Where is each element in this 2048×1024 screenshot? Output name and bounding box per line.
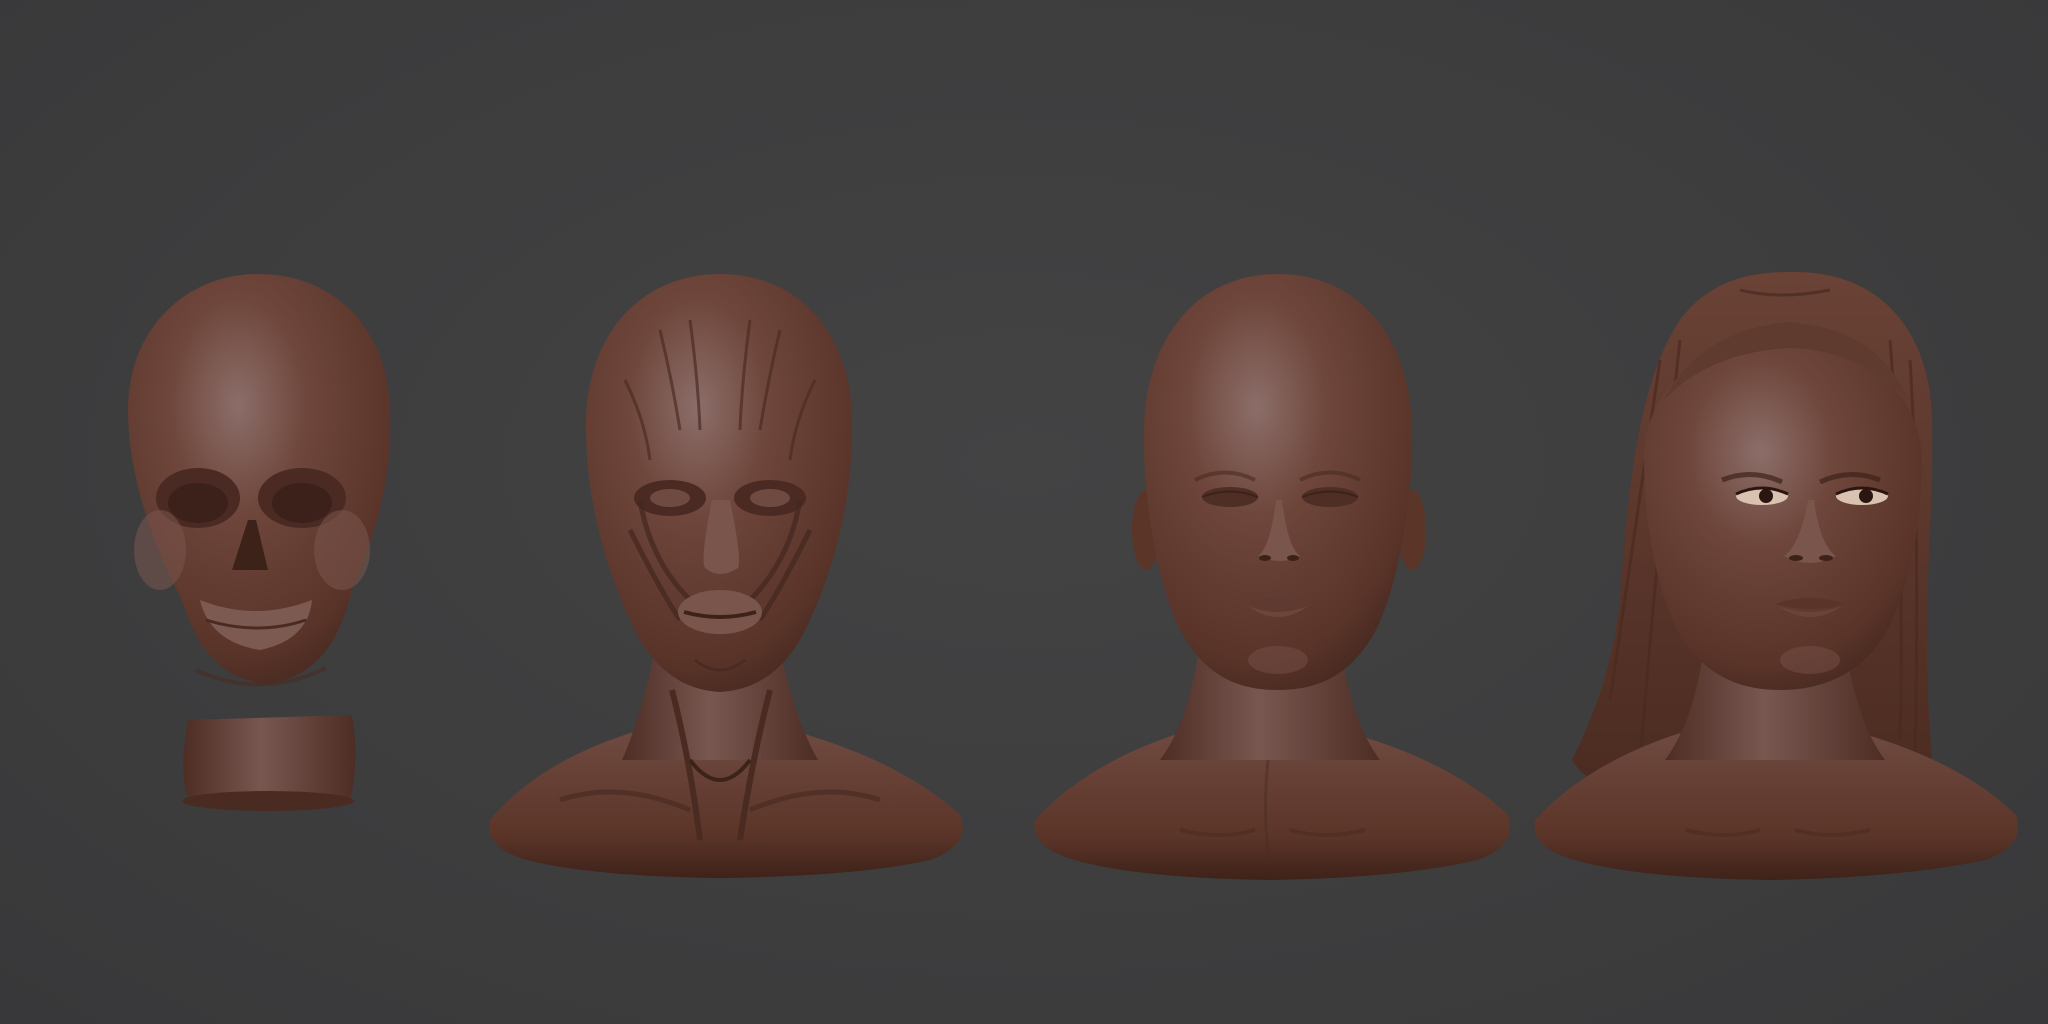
bald-head-model[interactable] [1034,274,1510,880]
ecorche-model[interactable] [489,274,963,878]
skull-model[interactable] [128,274,391,811]
head-with-hair-model[interactable] [1534,271,2018,880]
3d-viewport[interactable] [0,0,2048,1024]
sculpt-render [128,271,2018,880]
